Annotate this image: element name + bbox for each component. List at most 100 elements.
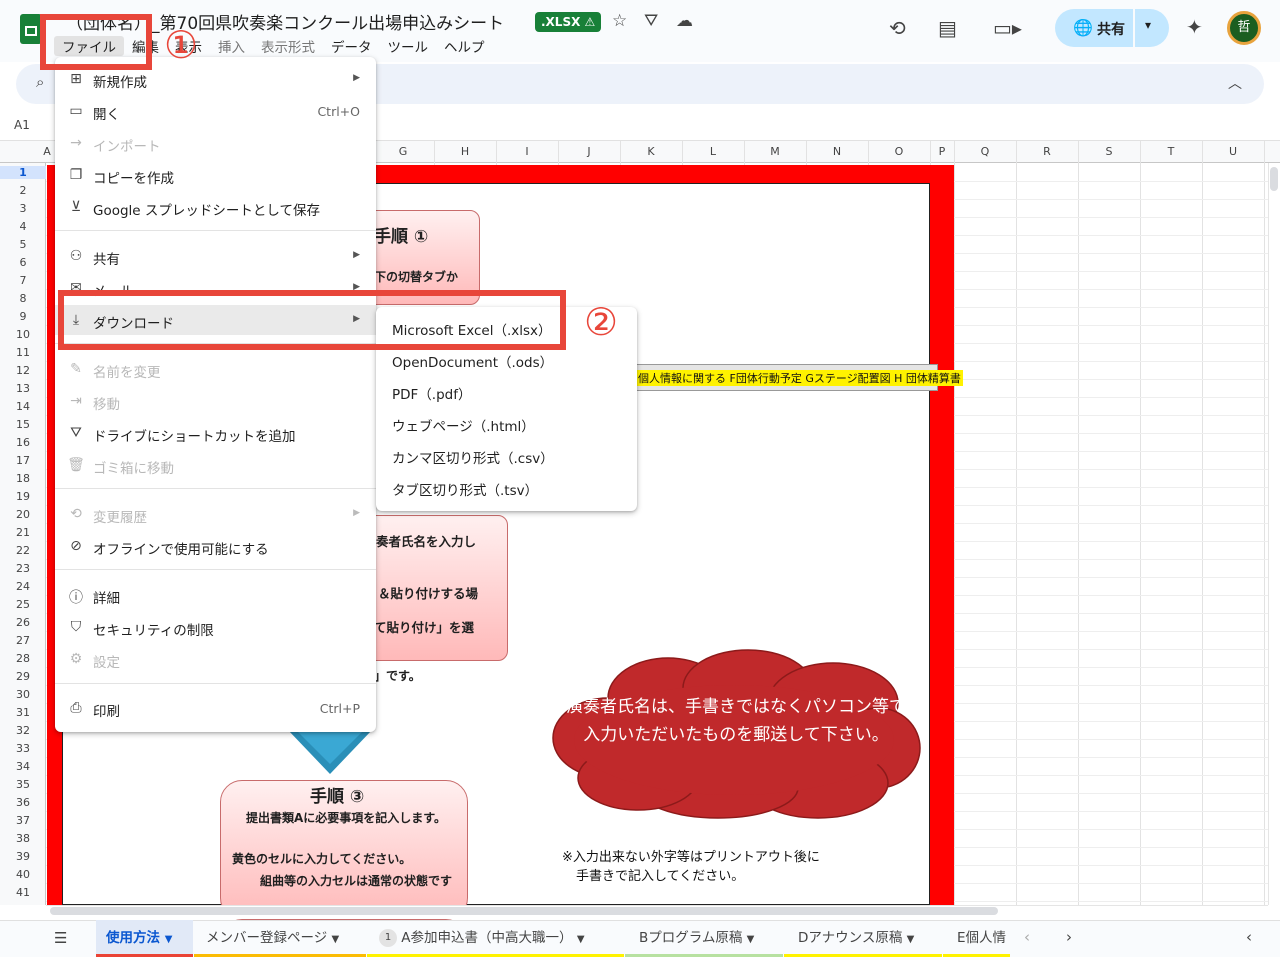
column-header[interactable]: M [744, 145, 806, 158]
sheet-tab-application[interactable]: 1 A参加申込書（中高大職一） ▼ [367, 920, 624, 957]
row-header[interactable]: 24 [0, 580, 46, 593]
row-header[interactable]: 12 [0, 364, 46, 377]
row-header[interactable]: 31 [0, 706, 46, 719]
column-header[interactable]: I [496, 145, 558, 158]
row-header[interactable]: 20 [0, 508, 46, 521]
search-menus-icon[interactable]: ⌕ [36, 73, 44, 91]
row-header[interactable]: 40 [0, 868, 46, 881]
chevron-down-icon[interactable]: ▾ [1145, 18, 1151, 32]
column-header[interactable]: R [1016, 145, 1078, 158]
row-header[interactable]: 9 [0, 310, 46, 323]
menu-tools[interactable]: ツール [380, 36, 437, 56]
chevron-down-icon[interactable]: ▼ [747, 934, 755, 945]
row-header[interactable]: 36 [0, 796, 46, 809]
menu-item-rename[interactable]: ✎ 名前を変更 [55, 354, 376, 384]
chevron-down-icon[interactable]: ▼ [332, 934, 340, 945]
version-history-icon[interactable]: ⟲ [889, 16, 906, 40]
row-header[interactable]: 17 [0, 454, 46, 467]
chevron-down-icon[interactable]: ▼ [907, 934, 915, 945]
column-header[interactable]: N [806, 145, 868, 158]
avatar[interactable]: 哲 [1227, 11, 1261, 45]
column-header[interactable]: Q [954, 145, 1016, 158]
row-header[interactable]: 3 [0, 202, 46, 215]
menu-item-print[interactable]: ⎙ 印刷 Ctrl+P [55, 693, 376, 723]
row-header[interactable]: 34 [0, 760, 46, 773]
row-header[interactable]: 6 [0, 256, 46, 269]
row-header[interactable]: 37 [0, 814, 46, 827]
download-pdf[interactable]: PDF（.pdf） [392, 383, 471, 403]
menu-item-make-copy[interactable]: ❐ コピーを作成 [55, 160, 376, 190]
gemini-sparkle-icon[interactable]: ✦ [1186, 15, 1203, 39]
row-header[interactable]: 16 [0, 436, 46, 449]
meet-video-icon[interactable]: ▭▸ [993, 16, 1022, 40]
row-header[interactable]: 5 [0, 238, 46, 251]
sheet-tab-usage[interactable]: 使用方法 ▼ [96, 920, 193, 957]
share-button[interactable]: 🌐 共有 ▾ [1055, 9, 1169, 47]
menu-item-add-shortcut[interactable]: ⛛ ドライブにショートカットを追加 [55, 418, 376, 448]
all-sheets-menu-icon[interactable]: ☰ [54, 929, 67, 947]
menu-item-move[interactable]: ⇥ 移動 [55, 386, 376, 416]
horizontal-scroll-thumb[interactable] [50, 907, 998, 915]
menu-item-open[interactable]: ▭ 開く Ctrl+O [55, 96, 376, 126]
scroll-tabs-left-icon[interactable]: ‹ [1024, 928, 1030, 946]
sheet-tab-member[interactable]: メンバー登録ページ ▼ [194, 920, 366, 957]
menu-item-trash[interactable]: 🗑 ゴミ箱に移動 [55, 450, 376, 480]
column-header[interactable]: O [868, 145, 930, 158]
move-to-drive-icon[interactable]: ⛛ [644, 11, 658, 31]
row-header[interactable]: 14 [0, 400, 46, 413]
explore-collapse-icon[interactable]: ‹ [1246, 928, 1252, 946]
sheet-tab-announce[interactable]: Dアナウンス原稿 ▼ [784, 920, 942, 957]
column-header[interactable]: U [1202, 145, 1264, 158]
row-header[interactable]: 2 [0, 184, 46, 197]
row-header[interactable]: 18 [0, 472, 46, 485]
row-header[interactable]: 33 [0, 742, 46, 755]
menu-item-import[interactable]: → インポート [55, 128, 376, 158]
row-header[interactable]: 41 [0, 886, 46, 899]
download-csv[interactable]: カンマ区切り形式（.csv） [392, 447, 554, 467]
name-box[interactable]: A1 [14, 118, 30, 132]
menu-insert[interactable]: 挿入 [210, 36, 253, 56]
row-header[interactable]: 21 [0, 526, 46, 539]
menu-item-version-history[interactable]: ⟲ 変更履歴 ▶ [55, 499, 376, 529]
scroll-tabs-right-icon[interactable]: › [1066, 928, 1072, 946]
column-header[interactable]: H [434, 145, 496, 158]
row-header[interactable]: 25 [0, 598, 46, 611]
row-header[interactable]: 30 [0, 688, 46, 701]
chevron-down-icon[interactable]: ▼ [165, 934, 173, 945]
row-header[interactable]: 13 [0, 382, 46, 395]
star-icon[interactable]: ☆ [612, 11, 627, 31]
row-header[interactable]: 35 [0, 778, 46, 791]
row-header[interactable]: 11 [0, 346, 46, 359]
cloud-status-icon[interactable]: ☁ [676, 11, 693, 31]
row-header[interactable]: 22 [0, 544, 46, 557]
download-html[interactable]: ウェブページ（.html） [392, 415, 535, 435]
column-header[interactable]: T [1140, 145, 1202, 158]
row-header[interactable]: 26 [0, 616, 46, 629]
menu-item-save-as-sheets[interactable]: ⊻ Google スプレッドシートとして保存 [55, 192, 376, 222]
column-header[interactable]: J [558, 145, 620, 158]
row-header[interactable]: 19 [0, 490, 46, 503]
vertical-scroll-thumb[interactable] [1270, 167, 1278, 191]
download-ods[interactable]: OpenDocument（.ods） [392, 351, 553, 371]
file-format-badge[interactable]: .XLSX ⚠ [535, 12, 602, 32]
vertical-scrollbar[interactable] [1268, 163, 1280, 905]
row-header[interactable]: 1 [0, 166, 46, 179]
row-header[interactable]: 4 [0, 220, 46, 233]
sheet-tab-program[interactable]: Bプログラム原稿 ▼ [625, 920, 783, 957]
row-header[interactable]: 8 [0, 292, 46, 305]
chevron-down-icon[interactable]: ▼ [577, 934, 585, 945]
comments-icon[interactable]: ▤ [938, 16, 957, 40]
column-header[interactable]: L [682, 145, 744, 158]
row-header[interactable]: 32 [0, 724, 46, 737]
column-header[interactable]: P [930, 145, 954, 158]
sheets-logo-icon[interactable] [20, 14, 42, 44]
row-header[interactable]: 29 [0, 670, 46, 683]
row-header[interactable]: 27 [0, 634, 46, 647]
download-tsv[interactable]: タブ区切り形式（.tsv） [392, 479, 538, 499]
column-header[interactable]: S [1078, 145, 1140, 158]
menu-help[interactable]: ヘルプ [436, 36, 493, 56]
column-header[interactable]: G [372, 145, 434, 158]
row-header[interactable]: 38 [0, 832, 46, 845]
row-header[interactable]: 39 [0, 850, 46, 863]
chevron-up-icon[interactable]: ︿ [1228, 73, 1242, 93]
